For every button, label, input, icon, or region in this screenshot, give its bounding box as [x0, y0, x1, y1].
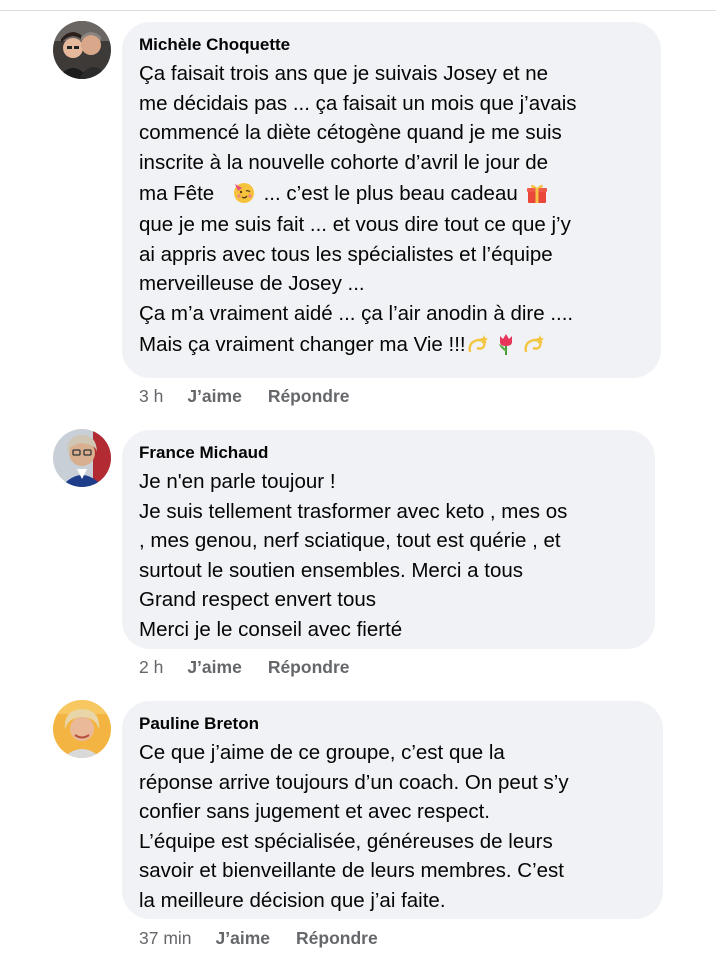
comment-line: me décidais pas ... ça faisait un mois q…	[139, 91, 577, 115]
comment-line: surtout le soutien ensembles. Merci a to…	[139, 558, 523, 582]
avatar[interactable]	[53, 700, 111, 758]
comment-text-segment: ma Fête	[139, 182, 215, 205]
comment-author[interactable]: Michèle Choquette	[139, 34, 639, 56]
comment-author[interactable]: France Michaud	[139, 442, 633, 464]
comment-timestamp[interactable]: 3 h	[139, 386, 163, 407]
comment-line: Grand respect envert tous	[139, 588, 377, 611]
comment-actions: 3 h J’aime Répondre	[139, 386, 350, 407]
comment-line: ai appris avec tous les spécialistes et …	[139, 242, 553, 266]
like-button[interactable]: J’aime	[187, 657, 241, 678]
comment-line: , mes genou, nerf sciatique, tout est qu…	[139, 529, 561, 552]
reply-button[interactable]: Répondre	[268, 386, 350, 407]
comment-text: Ce que j’aime de ce groupe, c’est que la…	[139, 738, 641, 915]
comment-line-with-emoji: ma Fête ... c’est le plus beau cadeau	[139, 177, 639, 210]
comment-line: réponse arrive toujours d’un coach. On p…	[139, 770, 569, 794]
comment-text: Je n'en parle toujour ! Je suis tellemen…	[139, 467, 633, 644]
avatar-woman-blonde-photo-icon	[53, 700, 111, 758]
comment-line: L’équipe est spécialisée, généreuses de …	[139, 829, 553, 853]
avatar[interactable]	[53, 429, 111, 487]
comment-actions: 2 h J’aime Répondre	[139, 657, 350, 678]
comment-line: que je me suis fait ... et vous dire tou…	[139, 213, 571, 236]
comment-author[interactable]: Pauline Breton	[139, 713, 641, 735]
reply-button[interactable]: Répondre	[296, 928, 378, 949]
comment-line: inscrite à la nouvelle cohorte d’avril l…	[139, 150, 549, 174]
comment-timestamp[interactable]: 2 h	[139, 657, 163, 678]
comment-line: savoir et bienveillante de leurs membres…	[139, 859, 564, 882]
dizzy-icon	[468, 335, 488, 353]
avatar-woman-glasses-photo-icon	[53, 429, 111, 487]
comment-line: Ça faisait trois ans que je suivais Jose…	[139, 62, 549, 85]
comment-bubble: France Michaud Je n'en parle toujour ! J…	[122, 430, 655, 649]
avatar[interactable]	[53, 21, 111, 79]
comment-line: Je n'en parle toujour !	[139, 470, 336, 493]
comment-line: Ça m’a vraiment aidé ... ça l’air anodin…	[139, 301, 574, 325]
comment-text-segment: ... c’est le plus beau cadeau	[263, 182, 518, 205]
like-button[interactable]: J’aime	[216, 928, 270, 949]
comment-actions: 37 min J’aime Répondre	[139, 928, 378, 949]
comment-bubble: Pauline Breton Ce que j’aime de ce group…	[122, 701, 663, 919]
comment-line: Je suis tellement trasformer avec keto ,…	[139, 499, 568, 523]
comment-line: Ce que j’aime de ce groupe, c’est que la	[139, 741, 505, 764]
comment-line-with-emoji: Mais ça vraiment changer ma Vie !!!	[139, 328, 639, 361]
comment-line: la meilleure décision que j’ai faite.	[139, 888, 446, 912]
top-divider	[0, 10, 716, 11]
tulip-icon	[498, 334, 512, 355]
like-button[interactable]: J’aime	[187, 386, 241, 407]
comment-timestamp[interactable]: 37 min	[139, 928, 192, 949]
comment-line: confier sans jugement et avec respect.	[139, 800, 490, 823]
reply-button[interactable]: Répondre	[268, 657, 350, 678]
comment-line: Merci je le conseil avec fierté	[139, 617, 403, 641]
comment-bubble: Michèle Choquette Ça faisait trois ans q…	[122, 22, 661, 378]
comment-line: merveilleuse de Josey ...	[139, 272, 365, 295]
gift-icon	[527, 184, 548, 203]
comment-line: commencé la diète cétogène quand je me s…	[139, 121, 562, 144]
dizzy-icon	[524, 335, 544, 353]
partying-face-icon	[233, 183, 254, 203]
comment-text-segment: Mais ça vraiment changer ma Vie !!!	[139, 333, 466, 356]
avatar-couple-photo-icon	[53, 21, 111, 79]
comment-text: Ça faisait trois ans que je suivais Jose…	[139, 59, 639, 361]
